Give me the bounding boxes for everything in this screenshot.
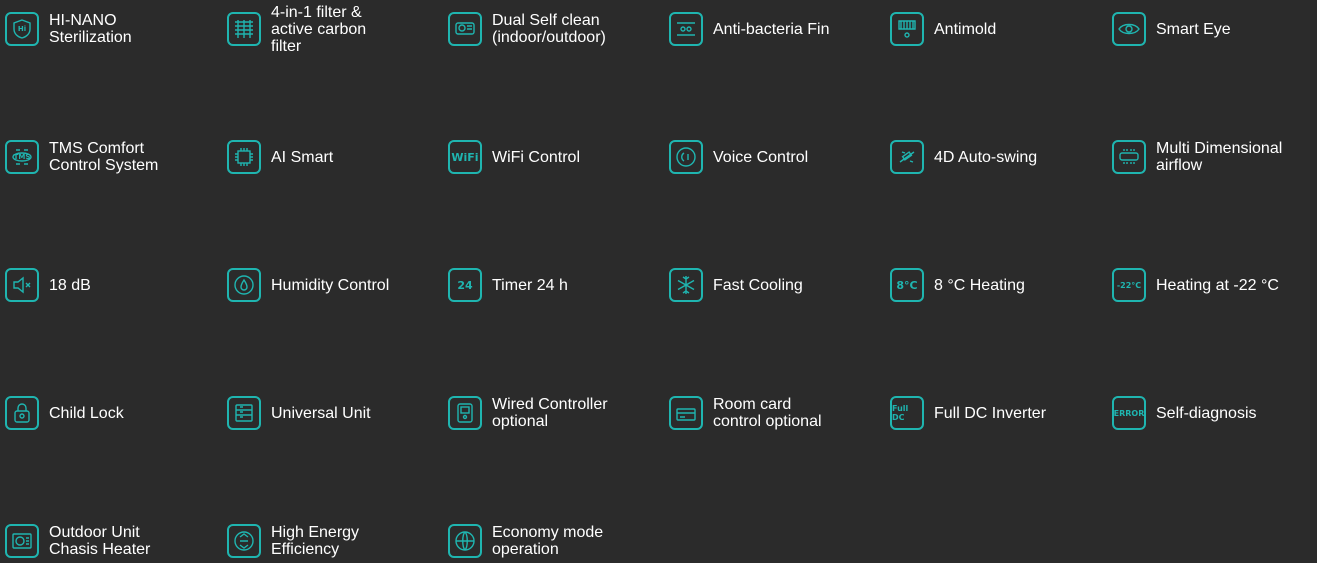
- feature-label: Antimold: [934, 20, 997, 38]
- heating-8c-icon: 8°C: [890, 268, 924, 302]
- icon-text: 8°C: [896, 278, 918, 292]
- feature-label: Dual Self clean (indoor/outdoor): [492, 12, 606, 46]
- wifi-icon: WiFi: [448, 140, 482, 174]
- snowflake-icon: [669, 268, 703, 302]
- feature-label: TMS Comfort Control System: [49, 140, 159, 174]
- icon-text: WiFi: [451, 150, 479, 164]
- ai-chip-icon: [227, 140, 261, 174]
- heating-22c-icon: -22°C: [1112, 268, 1146, 302]
- feature-item: Fast Cooling: [669, 260, 879, 310]
- feature-item: Anti-bacteria Fin: [669, 4, 879, 54]
- icon-text: TMS: [13, 153, 31, 161]
- feature-item: 4-in-1 filter & active carbon filter: [227, 3, 437, 55]
- icon-text: -22°C: [1116, 280, 1142, 290]
- self-clean-icon: [448, 12, 482, 46]
- feature-item: Antimold: [890, 4, 1100, 54]
- feature-item: TMS TMS Comfort Control System: [5, 132, 215, 182]
- feature-label: Economy mode operation: [492, 524, 604, 558]
- feature-item: Multi Dimensional airflow: [1112, 132, 1317, 182]
- feature-label: WiFi Control: [492, 148, 581, 166]
- feature-item: WiFi WiFi Control: [448, 132, 658, 182]
- child-lock-icon: [5, 396, 39, 430]
- feature-item: ERROR Self-diagnosis: [1112, 388, 1317, 438]
- feature-item: 24 Timer 24 h: [448, 260, 658, 310]
- feature-item: Child Lock: [5, 388, 215, 438]
- auto-swing-icon: [890, 140, 924, 174]
- energy-efficiency-icon: [227, 524, 261, 558]
- feature-item: -22°C Heating at -22 °C: [1112, 260, 1317, 310]
- feature-label: 8 °C Heating: [934, 276, 1025, 294]
- filter-icon: [227, 12, 261, 46]
- anti-bacteria-fin-icon: [669, 12, 703, 46]
- room-card-icon: [669, 396, 703, 430]
- self-diagnosis-icon: ERROR: [1112, 396, 1146, 430]
- feature-label: Timer 24 h: [492, 276, 568, 294]
- feature-label: Fast Cooling: [713, 276, 803, 294]
- feature-item: High Energy Efficiency: [227, 516, 437, 563]
- icon-text: 24: [457, 278, 473, 292]
- feature-item: AI Smart: [227, 132, 437, 182]
- tms-icon: TMS: [5, 140, 39, 174]
- antimold-icon: [890, 12, 924, 46]
- feature-label: AI Smart: [271, 148, 334, 166]
- humidity-icon: [227, 268, 261, 302]
- feature-item: Economy mode operation: [448, 516, 658, 563]
- feature-label: 4-in-1 filter & active carbon filter: [271, 3, 367, 55]
- feature-label: Room card control optional: [713, 396, 822, 430]
- speaker-mute-icon: [5, 268, 39, 302]
- feature-label: 4D Auto-swing: [934, 148, 1038, 166]
- feature-item: Dual Self clean (indoor/outdoor): [448, 4, 658, 54]
- feature-label: Voice Control: [713, 148, 809, 166]
- feature-label: Heating at -22 °C: [1156, 276, 1279, 294]
- feature-label: Anti-bacteria Fin: [713, 20, 830, 38]
- icon-text: Hi: [17, 25, 27, 33]
- feature-label: Wired Controller optional: [492, 396, 608, 430]
- feature-label: Smart Eye: [1156, 20, 1231, 38]
- icon-text: ERROR: [1113, 408, 1145, 418]
- feature-label: Self-diagnosis: [1156, 404, 1257, 422]
- feature-label: Child Lock: [49, 404, 124, 422]
- timer-icon: 24: [448, 268, 482, 302]
- feature-item: Outdoor Unit Chasis Heater: [5, 516, 215, 563]
- feature-item: 8°C 8 °C Heating: [890, 260, 1100, 310]
- economy-mode-icon: [448, 524, 482, 558]
- chasis-heater-icon: [5, 524, 39, 558]
- feature-item: Universal Unit: [227, 388, 437, 438]
- feature-label: Full DC Inverter: [934, 404, 1047, 422]
- feature-label: Humidity Control: [271, 276, 390, 294]
- dc-inverter-icon: Full DC: [890, 396, 924, 430]
- feature-item: Voice Control: [669, 132, 879, 182]
- voice-icon: [669, 140, 703, 174]
- feature-item: Wired Controller optional: [448, 388, 658, 438]
- feature-item: 18 dB: [5, 260, 215, 310]
- feature-item: Room card control optional: [669, 388, 879, 438]
- feature-item: Smart Eye: [1112, 4, 1317, 54]
- icon-text: Full DC: [892, 404, 909, 422]
- feature-label: HI-NANO Sterilization: [49, 12, 132, 46]
- hi-nano-icon: Hi: [5, 12, 39, 46]
- feature-item: 4D Auto-swing: [890, 132, 1100, 182]
- feature-label: Outdoor Unit Chasis Heater: [49, 524, 151, 558]
- feature-label: High Energy Efficiency: [271, 524, 360, 558]
- feature-label: 18 dB: [49, 276, 91, 294]
- feature-label: Multi Dimensional airflow: [1156, 140, 1283, 174]
- smart-eye-icon: [1112, 12, 1146, 46]
- feature-item: Full DC Full DC Inverter: [890, 388, 1100, 438]
- universal-unit-icon: [227, 396, 261, 430]
- feature-item: Humidity Control: [227, 260, 437, 310]
- wired-controller-icon: [448, 396, 482, 430]
- feature-label: Universal Unit: [271, 404, 371, 422]
- airflow-icon: [1112, 140, 1146, 174]
- feature-grid: Hi HI-NANO Sterilization 4-in-1 filter & act…: [0, 0, 1317, 563]
- feature-item: Hi HI-NANO Sterilization: [5, 4, 215, 54]
